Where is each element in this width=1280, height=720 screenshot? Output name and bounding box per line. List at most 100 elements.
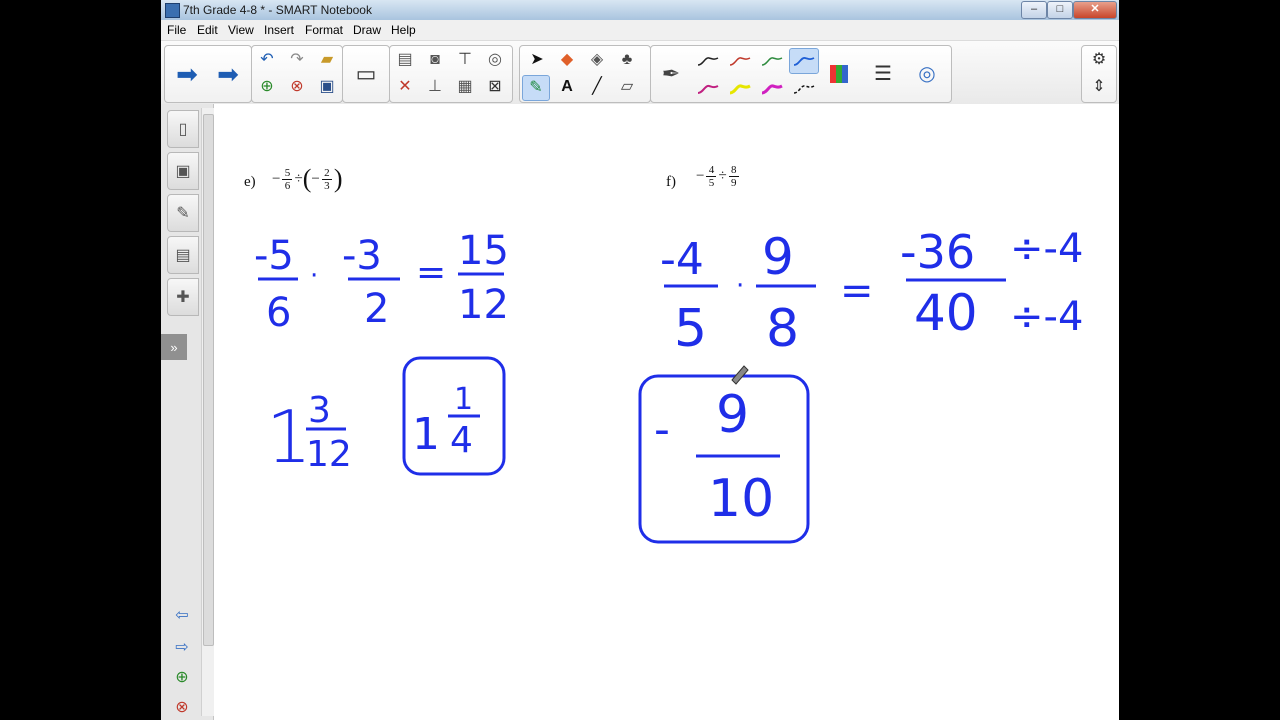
ink-e-eq: = [416, 252, 446, 293]
screen-shade-button[interactable]: ⊥ [422, 75, 448, 99]
tab-attachments[interactable]: ✎ [167, 194, 199, 232]
line-button[interactable]: ╱ [584, 75, 610, 99]
menu-file[interactable]: File [167, 23, 186, 37]
pen-style-magenta[interactable] [697, 82, 719, 96]
ink-e-n3: 15 [458, 228, 509, 274]
previous-page-button[interactable]: ⇦ [169, 604, 195, 626]
gear-icon: ⚙ [1091, 51, 1107, 68]
move-toolbar-button[interactable]: ⇕ [1086, 75, 1112, 99]
undo-icon: ↶ [260, 51, 274, 68]
screen-button[interactable]: ▭ [348, 50, 384, 98]
clear-button[interactable]: ⊠ [482, 75, 508, 99]
pen-icon: ✒ [661, 61, 681, 86]
save-button[interactable]: ▣ [314, 75, 340, 99]
paste-button[interactable]: ▤ [392, 48, 418, 72]
eraser-icon: ▱ [620, 78, 634, 95]
ink-e-mixed: 1 3 12 [266, 390, 352, 479]
pen-button[interactable]: ✒ [653, 50, 689, 98]
transparency-icon: ◎ [918, 63, 936, 85]
color-palette-button[interactable] [821, 50, 857, 98]
ink-f-step1: -4 5 · 9 8 = -36 40 ÷-4 ÷-4 [660, 225, 1083, 359]
page-sorter-icon: ▯ [178, 121, 188, 138]
maximize-button[interactable]: □ [1047, 1, 1073, 19]
add-page-button[interactable]: ⊕ [254, 75, 280, 99]
shapes-button[interactable]: ◆ [554, 48, 580, 72]
minimize-button[interactable]: – [1021, 1, 1047, 19]
tab-gallery[interactable]: ▣ [167, 152, 199, 190]
menu-help[interactable]: Help [391, 23, 416, 37]
delete-button[interactable]: ✕ [392, 75, 418, 99]
table-insert-button[interactable]: ⊤ [452, 48, 478, 72]
scrollbar-thumb[interactable] [203, 114, 214, 646]
pen-style-yellow[interactable] [729, 82, 751, 96]
back-button[interactable]: ➡ [169, 50, 205, 98]
pen-style-dashed[interactable] [793, 82, 815, 96]
delete-page-side-button[interactable]: ⊗ [169, 696, 195, 718]
app-icon [165, 3, 180, 18]
move-arrows-icon: ⇕ [1092, 78, 1106, 95]
magic-pen-button[interactable]: ♣ [614, 48, 640, 72]
ink-e-dot: · [310, 261, 318, 291]
tab-page-sorter[interactable]: ▯ [167, 110, 199, 148]
menu-format[interactable]: Format [305, 23, 343, 37]
delete-page-icon: ⊗ [290, 78, 304, 95]
forward-button[interactable]: ➡ [210, 50, 246, 98]
delete-page-button[interactable]: ⊗ [284, 75, 310, 99]
properties-button[interactable]: ◎ [482, 48, 508, 72]
add-page-icon: ⊕ [175, 669, 189, 686]
gallery-icon: ▣ [175, 163, 191, 180]
menu-edit[interactable]: Edit [197, 23, 218, 37]
ink-f-d2: 8 [766, 299, 799, 359]
pen-style-black[interactable] [697, 54, 719, 68]
left-arrow-icon: ➡ [176, 59, 198, 89]
pen-style-pink[interactable] [761, 82, 783, 96]
magic-pen-icon: ♣ [621, 51, 633, 68]
line-style-button[interactable]: ☰ [865, 50, 901, 98]
line-style-icon: ☰ [874, 63, 892, 85]
add-page-side-button[interactable]: ⊕ [169, 666, 195, 688]
ink-f-n1: -4 [660, 234, 704, 285]
open-button[interactable]: ▰ [314, 48, 340, 72]
tab-addons[interactable]: ✚ [167, 278, 199, 316]
ink-e-mixed-num: 3 [308, 390, 331, 431]
transparency-button[interactable]: ◎ [909, 50, 945, 98]
text-button[interactable]: A [554, 75, 580, 99]
delete-x-icon: ✕ [398, 78, 412, 95]
capture-icon: ◙ [430, 51, 440, 68]
vertical-scrollbar[interactable] [201, 108, 214, 716]
menu-insert[interactable]: Insert [264, 23, 294, 37]
pens-icon: ✎ [529, 79, 543, 96]
toolbar-group-settings: ⚙ ⇕ [1081, 45, 1117, 103]
pen-style-green[interactable] [761, 54, 783, 68]
eraser-button[interactable]: ▱ [614, 75, 640, 99]
select-button[interactable]: ➤ [524, 48, 550, 72]
expand-sidebar-button[interactable]: » [161, 334, 187, 360]
tab-properties[interactable]: ▤ [167, 236, 199, 274]
screen-icon: ▭ [355, 61, 377, 86]
fill-button[interactable]: ◈ [584, 48, 610, 72]
table-button[interactable]: ▦ [452, 75, 478, 99]
screen-shade-icon: ⊥ [428, 78, 442, 95]
record-icon: ◎ [488, 51, 502, 68]
redo-button[interactable]: ↷ [284, 48, 310, 72]
toolbar-group-navigation: ➡ ➡ [164, 45, 252, 103]
settings-button[interactable]: ⚙ [1086, 48, 1112, 72]
notebook-page[interactable]: e) − 5 6 ÷ ( − 2 3 ) f) − 4 5 ÷ 8 9 -5 6… [214, 104, 1119, 720]
handwriting-ink-layer: -5 6 · -3 2 = 15 12 1 3 12 1 1 4 -4 5 · … [254, 225, 1083, 544]
paperclip-icon: ✎ [176, 205, 190, 222]
toolbar: ➡ ➡ ↶ ↷ ▰ ⊕ ⊗ ▣ ▭ ▤ ◙ ⊤ ◎ ✕ ⊥ ▦ ⊠ ➤ ◆ ◈ … [161, 41, 1119, 105]
menu-view[interactable]: View [228, 23, 254, 37]
capture-button[interactable]: ◙ [422, 48, 448, 72]
menu-draw[interactable]: Draw [353, 23, 381, 37]
undo-button[interactable]: ↶ [254, 48, 280, 72]
pen-style-blue-selected[interactable] [789, 48, 819, 74]
redo-icon: ↷ [290, 51, 304, 68]
next-page-button[interactable]: ⇨ [169, 636, 195, 658]
pens-button[interactable]: ✎ [522, 75, 550, 101]
close-button[interactable]: ✕ [1073, 1, 1117, 19]
pen-style-red[interactable] [729, 54, 751, 68]
ink-f-d1: 5 [674, 299, 707, 359]
ink-e-step1: -5 6 · -3 2 = 15 12 [254, 228, 509, 336]
ink-e-n1: -5 [254, 233, 294, 279]
clear-icon: ⊠ [488, 78, 502, 95]
